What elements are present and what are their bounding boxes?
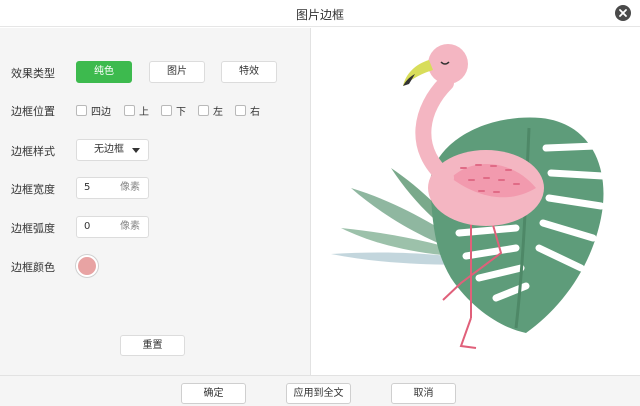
effect-type-label: 效果类型 bbox=[11, 67, 55, 80]
checkbox-label: 四边 bbox=[91, 107, 111, 118]
border-color-swatch[interactable] bbox=[76, 255, 98, 277]
checkbox-label: 下 bbox=[176, 107, 186, 118]
apply-all-button[interactable]: 应用到全文 bbox=[286, 383, 351, 404]
cancel-button[interactable]: 取消 bbox=[391, 383, 456, 404]
position-top-checkbox[interactable]: 上 bbox=[124, 103, 149, 118]
border-position-label: 边框位置 bbox=[11, 105, 55, 118]
title-bar: 图片边框 bbox=[0, 0, 640, 27]
reset-button[interactable]: 重置 bbox=[120, 335, 185, 356]
effect-special-button[interactable]: 特效 bbox=[221, 61, 277, 83]
checkbox-label: 左 bbox=[213, 107, 223, 118]
border-width-input[interactable]: 5 像素 bbox=[76, 177, 149, 199]
checkbox-box bbox=[76, 105, 87, 116]
border-style-label: 边框样式 bbox=[11, 145, 55, 158]
close-button[interactable] bbox=[615, 5, 631, 21]
position-bottom-checkbox[interactable]: 下 bbox=[161, 103, 186, 118]
border-radius-unit: 像素 bbox=[120, 221, 140, 232]
border-style-value: 无边框 bbox=[94, 144, 124, 155]
border-width-label: 边框宽度 bbox=[11, 183, 55, 196]
border-radius-input[interactable]: 0 像素 bbox=[76, 216, 149, 238]
dialog-footer: 确定 应用到全文 取消 bbox=[0, 375, 640, 406]
close-icon bbox=[619, 9, 627, 17]
checkbox-box bbox=[198, 105, 209, 116]
preview-panel bbox=[311, 28, 640, 375]
checkbox-box bbox=[124, 105, 135, 116]
checkbox-label: 右 bbox=[250, 107, 260, 118]
ok-button[interactable]: 确定 bbox=[181, 383, 246, 404]
dialog-title: 图片边框 bbox=[295, 8, 344, 22]
border-radius-value: 0 bbox=[84, 221, 91, 232]
effect-solid-button[interactable]: 纯色 bbox=[76, 61, 132, 83]
effect-image-button[interactable]: 图片 bbox=[149, 61, 205, 83]
border-style-select[interactable]: 无边框 bbox=[76, 139, 149, 161]
caret-down-icon bbox=[132, 148, 140, 153]
position-all-checkbox[interactable]: 四边 bbox=[76, 103, 111, 118]
border-radius-label: 边框弧度 bbox=[11, 222, 55, 235]
border-color-label: 边框颜色 bbox=[11, 261, 55, 274]
checkbox-box bbox=[161, 105, 172, 116]
border-width-unit: 像素 bbox=[120, 182, 140, 193]
checkbox-box bbox=[235, 105, 246, 116]
position-right-checkbox[interactable]: 右 bbox=[235, 103, 260, 118]
settings-panel: 效果类型 纯色 图片 特效 边框位置 四边 上 下 左 右 边框样式 无边框 边… bbox=[0, 28, 311, 375]
checkbox-label: 上 bbox=[139, 107, 149, 118]
flamingo-illustration bbox=[331, 44, 607, 349]
border-width-value: 5 bbox=[84, 182, 91, 193]
position-left-checkbox[interactable]: 左 bbox=[198, 103, 223, 118]
